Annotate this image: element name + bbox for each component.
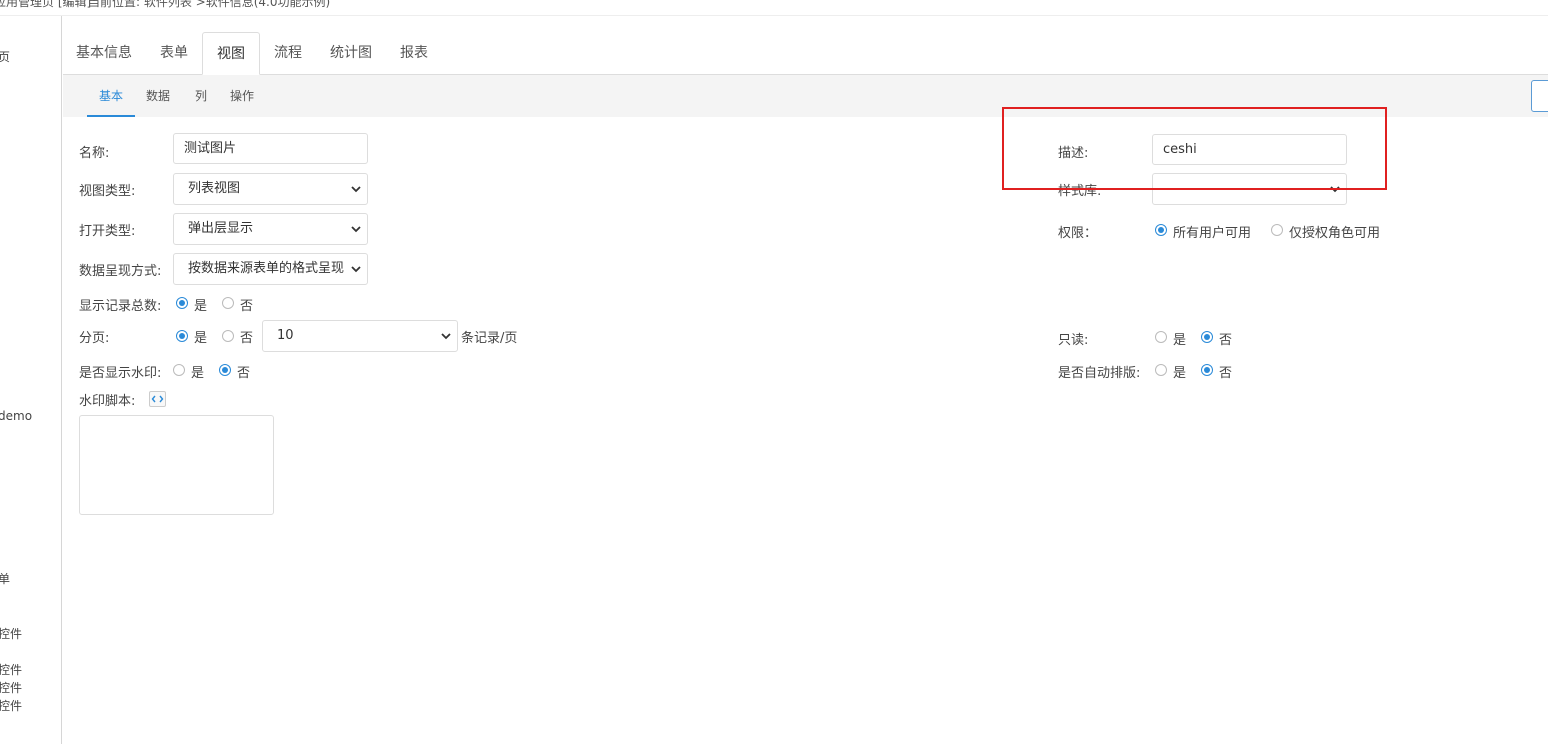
toolbar-button[interactable]	[1531, 80, 1548, 112]
paging-label: 分页:	[79, 331, 110, 346]
breadcrumb: 当前位置: 软件列表 >软件信息(4.0功能示例)	[88, 0, 331, 9]
watermark-script-label: 水印脚本:	[79, 394, 136, 409]
highlight-box	[1002, 107, 1387, 190]
subtab-data[interactable]: 数据	[146, 75, 170, 117]
perm-all-radio[interactable]	[1155, 224, 1167, 236]
chevron-down-icon	[351, 266, 361, 273]
view-type-label: 视图类型:	[79, 184, 136, 199]
page-size-suffix: 条记录/页	[461, 331, 518, 346]
page-size-value: 10	[277, 328, 294, 343]
readonly-no-text: 否	[1219, 333, 1233, 348]
readonly-label: 只读:	[1058, 333, 1089, 348]
view-type-value: 列表视图	[188, 181, 241, 196]
permission-label: 权限：	[1058, 226, 1098, 241]
auto-layout-no-text: 否	[1219, 366, 1233, 381]
watermark-script-textarea[interactable]	[79, 415, 274, 515]
sidebar-item[interactable]: 控件	[0, 679, 22, 696]
code-edit-icon[interactable]	[149, 391, 166, 407]
chevron-down-icon	[441, 333, 451, 340]
show-total-label: 显示记录总数:	[79, 299, 162, 314]
watermark-yes-radio[interactable]	[173, 364, 185, 376]
present-label: 数据呈现方式:	[79, 264, 162, 279]
tab-statistics[interactable]: 统计图	[330, 32, 372, 75]
perm-role-radio[interactable]	[1271, 224, 1283, 236]
present-select[interactable]: 按数据来源表单的格式呈现	[173, 253, 368, 285]
sidebar-item[interactable]: 页	[0, 48, 10, 65]
tab-basic-info[interactable]: 基本信息	[76, 32, 132, 75]
auto-layout-yes-text: 是	[1173, 366, 1187, 381]
show-total-no-radio[interactable]	[222, 297, 234, 309]
present-value: 按数据来源表单的格式呈现	[188, 261, 345, 276]
sidebar-item[interactable]: 单	[0, 570, 10, 587]
sidebar-item[interactable]: 控件	[0, 625, 22, 642]
name-label: 名称:	[79, 146, 110, 161]
show-total-no-text: 否	[240, 299, 254, 314]
readonly-yes-radio[interactable]	[1155, 331, 1167, 343]
perm-all-text: 所有用户可用	[1173, 226, 1252, 241]
tab-flow[interactable]: 流程	[274, 32, 302, 75]
chevron-down-icon	[351, 226, 361, 233]
paging-yes-text: 是	[194, 331, 208, 346]
subtab-columns[interactable]: 列	[195, 75, 207, 117]
chevron-down-icon	[351, 186, 361, 193]
name-input[interactable]: 测试图片	[173, 133, 368, 164]
open-type-label: 打开类型:	[79, 224, 136, 239]
readonly-yes-text: 是	[1173, 333, 1187, 348]
readonly-no-radio[interactable]	[1201, 331, 1213, 343]
subtab-actions[interactable]: 操作	[230, 75, 254, 117]
tab-report[interactable]: 报表	[400, 32, 428, 75]
auto-layout-label: 是否自动排版:	[1058, 366, 1141, 381]
watermark-no-text: 否	[237, 366, 251, 381]
show-total-yes-radio[interactable]	[176, 297, 188, 309]
tab-form[interactable]: 表单	[160, 32, 188, 75]
show-total-yes-text: 是	[194, 299, 208, 314]
top-bar: 应用管理页 [编辑] 当前位置: 软件列表 >软件信息(4.0功能示例)	[0, 0, 1548, 16]
open-type-select[interactable]: 弹出层显示	[173, 213, 368, 245]
auto-layout-yes-radio[interactable]	[1155, 364, 1167, 376]
watermark-no-radio[interactable]	[219, 364, 231, 376]
page-title: 应用管理页 [编辑]	[0, 0, 92, 9]
open-type-value: 弹出层显示	[188, 221, 254, 236]
watermark-yes-text: 是	[191, 366, 205, 381]
sidebar-item[interactable]: 控件	[0, 661, 22, 678]
auto-layout-no-radio[interactable]	[1201, 364, 1213, 376]
perm-role-text: 仅授权角色可用	[1289, 226, 1381, 241]
subtab-basic[interactable]: 基本	[87, 75, 136, 117]
tab-view[interactable]: 视图	[202, 32, 260, 75]
sidebar: 页 demo 单 控件 控件 控件 控件	[0, 16, 62, 744]
page-size-select[interactable]: 10	[262, 320, 458, 352]
sidebar-item[interactable]: demo	[0, 409, 32, 423]
view-type-select[interactable]: 列表视图	[173, 173, 368, 205]
paging-yes-radio[interactable]	[176, 330, 188, 342]
main-tabs: 基本信息 表单 视图 流程 统计图 报表	[63, 32, 1548, 75]
paging-no-text: 否	[240, 331, 254, 346]
sidebar-item[interactable]: 控件	[0, 697, 22, 714]
watermark-label: 是否显示水印:	[79, 366, 162, 381]
paging-no-radio[interactable]	[222, 330, 234, 342]
